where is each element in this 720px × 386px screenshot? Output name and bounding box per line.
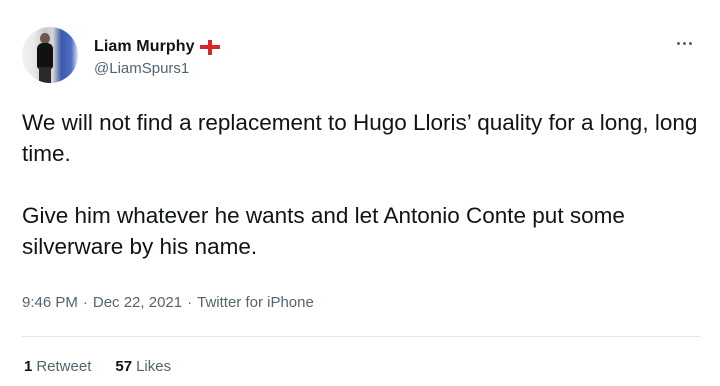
- likes-stat[interactable]: 57 Likes: [115, 358, 171, 375]
- retweets-stat[interactable]: 1 Retweet: [24, 358, 91, 375]
- tweet-date[interactable]: Dec 22, 2021: [93, 294, 182, 311]
- tweet-source[interactable]: Twitter for iPhone: [197, 294, 314, 311]
- retweets-count: 1: [24, 358, 33, 375]
- meta-separator: ·: [187, 294, 193, 311]
- more-options-icon[interactable]: [677, 38, 697, 48]
- avatar[interactable]: [22, 27, 78, 83]
- retweets-label: Retweet: [36, 358, 92, 375]
- author-name-row: Liam Murphy: [94, 36, 220, 58]
- england-flag-icon: [199, 39, 220, 55]
- tweet-paragraph: Give him whatever he wants and let Anton…: [22, 203, 625, 259]
- tweet-time[interactable]: 9:46 PM: [22, 294, 78, 311]
- meta-separator: ·: [82, 294, 88, 311]
- likes-count: 57: [115, 358, 133, 375]
- tweet-meta: 9:46 PM · Dec 22, 2021 · Twitter for iPh…: [22, 294, 314, 311]
- tweet-paragraph: We will not find a replacement to Hugo L…: [22, 110, 698, 166]
- likes-label: Likes: [136, 358, 172, 375]
- author-handle[interactable]: @LiamSpurs1: [94, 60, 189, 77]
- author-display-name[interactable]: Liam Murphy: [94, 38, 195, 56]
- divider: [22, 336, 700, 337]
- avatar-figure-legs: [39, 67, 51, 83]
- tweet-text: We will not find a replacement to Hugo L…: [22, 107, 702, 262]
- tweet-stats: 1 Retweet 57 Likes: [24, 358, 195, 375]
- tweet-card: Liam Murphy @LiamSpurs1 We will not find…: [0, 0, 720, 386]
- avatar-figure-body: [37, 43, 53, 69]
